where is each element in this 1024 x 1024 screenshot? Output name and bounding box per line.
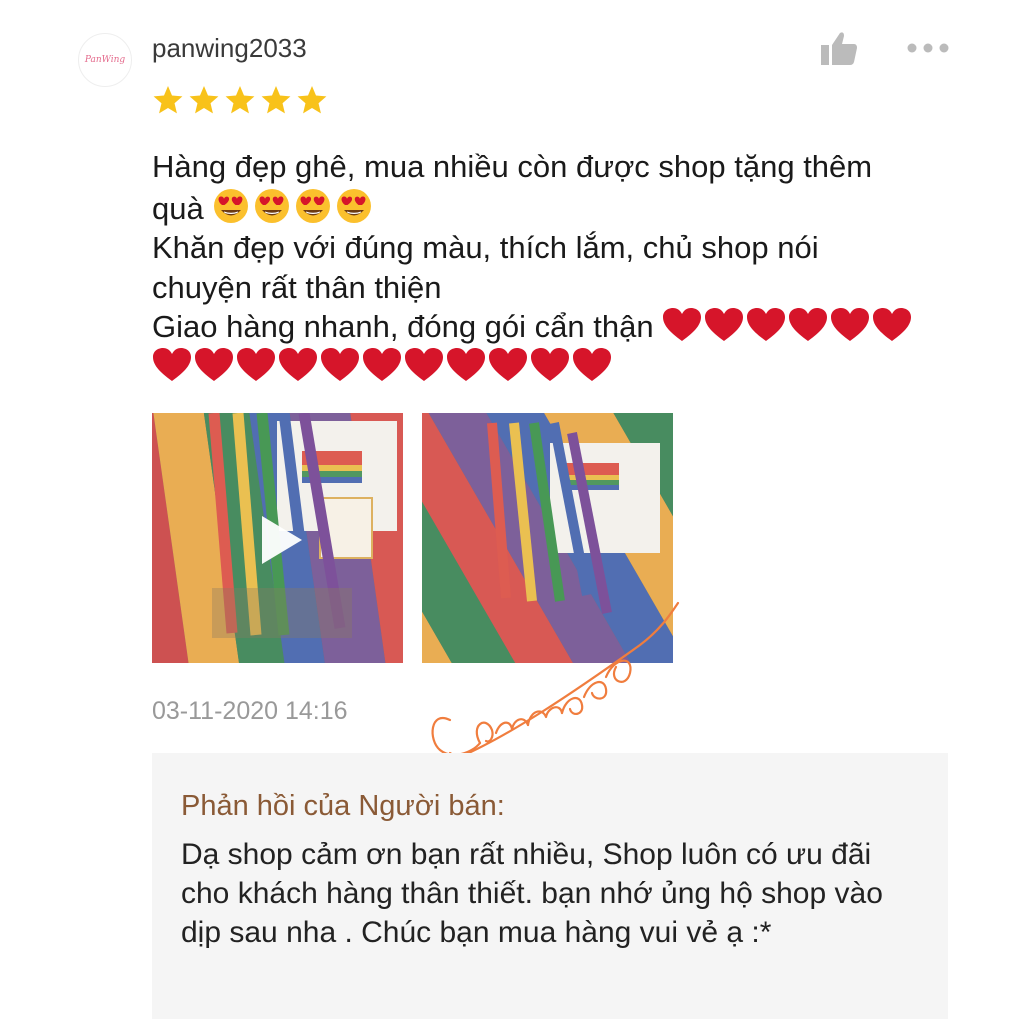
thumbs-up-icon[interactable]	[820, 30, 858, 66]
star-icon	[153, 86, 183, 114]
review-line-with-emoji: quà	[152, 187, 952, 229]
heart-icon	[873, 308, 912, 341]
star-icon	[189, 86, 219, 114]
seller-reply: Phản hồi của Người bán: Dạ shop cảm ơn b…	[152, 753, 948, 1019]
emoji-row	[212, 187, 373, 225]
star-icon	[261, 86, 291, 114]
heart-eyes-emoji	[296, 188, 331, 223]
heart-icon	[531, 347, 569, 381]
review-timestamp: 03-11-2020 14:16	[152, 697, 348, 725]
play-icon[interactable]	[258, 513, 306, 567]
review-text: Hàng đẹp ghê, mua nhiều còn được shop tặ…	[152, 147, 952, 386]
star-icon	[225, 86, 255, 114]
heart-icon	[663, 308, 702, 341]
review-line-with-hearts: Giao hàng nhanh, đóng gói cẩn thận	[152, 307, 952, 347]
heart-eyes-emoji	[255, 188, 290, 223]
heart-eyes-emoji	[337, 188, 372, 223]
heart-icon	[237, 347, 275, 381]
username[interactable]: panwing2033	[152, 33, 307, 64]
seller-reply-title: Phản hồi của Người bán:	[181, 790, 505, 822]
heart-row	[662, 307, 912, 343]
avatar[interactable]: PanWing	[78, 33, 132, 87]
review-line: Hàng đẹp ghê, mua nhiều còn được shop tặ…	[152, 149, 873, 184]
seller-reply-text: Dạ shop cảm ơn bạn rất nhiều, Shop luôn …	[181, 838, 883, 949]
review-video-thumbnail[interactable]	[152, 413, 403, 663]
heart-icon	[405, 347, 443, 381]
heart-icon	[831, 308, 870, 341]
heart-icon	[279, 347, 317, 381]
star-icon	[297, 86, 327, 114]
avatar-logo: PanWing	[84, 55, 126, 65]
heart-icon	[789, 308, 828, 341]
heart-icon	[363, 347, 401, 381]
heart-icon	[321, 347, 359, 381]
heart-icon	[153, 347, 191, 381]
review-line: chuyện rất thân thiện	[152, 269, 442, 305]
heart-row	[152, 347, 612, 383]
review-line: quà	[152, 190, 204, 226]
review-heart-line	[152, 347, 952, 387]
heart-icon	[705, 308, 744, 341]
heart-eyes-emoji	[214, 188, 249, 223]
heart-icon	[573, 347, 611, 381]
more-icon[interactable]	[906, 38, 950, 58]
heart-icon	[489, 347, 527, 381]
review-line: Khăn đẹp với đúng màu, thích lắm, chủ sh…	[152, 230, 819, 265]
heart-icon	[447, 347, 485, 381]
rating-stars	[152, 84, 328, 116]
heart-icon	[747, 308, 786, 341]
review-line: Giao hàng nhanh, đóng gói cẩn thận	[152, 309, 654, 344]
heart-icon	[195, 347, 233, 381]
